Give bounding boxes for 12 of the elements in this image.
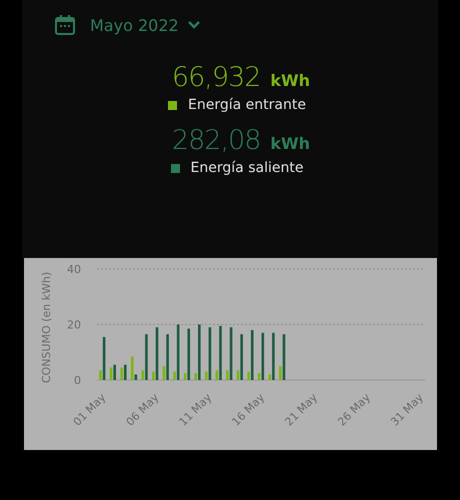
y-tick-label: 0 bbox=[74, 374, 80, 387]
month-dropdown[interactable]: Mayo 2022 bbox=[90, 16, 201, 34]
y-tick-label: 20 bbox=[66, 318, 80, 332]
unit-label: kWh bbox=[270, 134, 310, 153]
legend-label: Energía saliente bbox=[190, 160, 304, 176]
y-axis-title: CONSUMO (en kWh) bbox=[40, 272, 52, 384]
energy-value: 66,932 bbox=[172, 62, 260, 93]
legend-label: Energía entrante bbox=[188, 97, 306, 113]
energy-value: 282,08 bbox=[172, 125, 260, 156]
calendar-icon bbox=[54, 14, 76, 36]
y-tick-label: 40 bbox=[66, 263, 80, 276]
unit-label: kWh bbox=[270, 71, 310, 90]
